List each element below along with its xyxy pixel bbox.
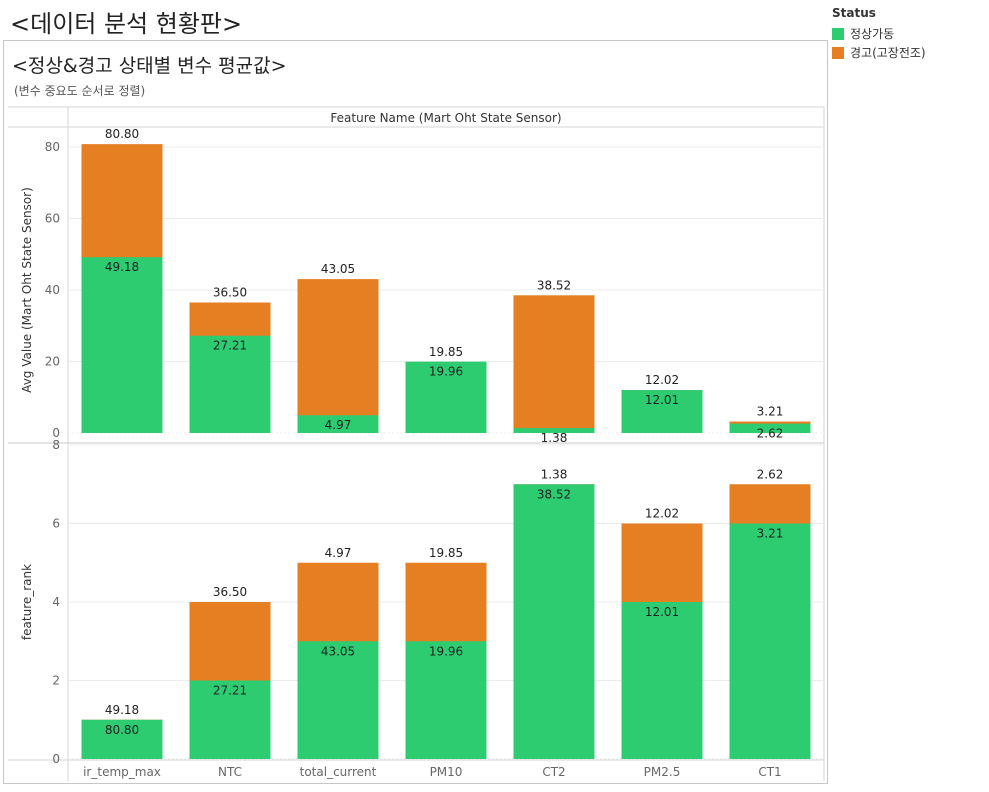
x-tick-label: NTC [218, 765, 242, 779]
data-label-normal: 12.01 [645, 605, 679, 619]
legend-swatch-warning [832, 46, 844, 59]
x-tick-label: CT2 [542, 765, 565, 779]
stacked-bar-chart: Feature Name (Mart Oht State Sensor) 0 20 4… [8, 106, 825, 781]
data-label-warning: 38.52 [537, 278, 571, 292]
legend-title: Status [832, 6, 876, 20]
data-label-normal: 80.80 [105, 723, 139, 737]
data-label-normal: 4.97 [325, 418, 352, 432]
data-label-normal: 1.38 [541, 431, 568, 445]
data-label-warning: 19.85 [429, 546, 463, 560]
data-label-warning: 2.62 [757, 467, 784, 481]
y-tick-label: 8 [52, 438, 60, 452]
data-label-normal: 19.96 [429, 365, 463, 379]
data-label-warning: 1.38 [541, 467, 568, 481]
data-label-warning: 49.18 [105, 703, 139, 717]
legend-label-normal: 정상가동 [850, 27, 895, 41]
legend: Status 정상가동 경고(고장전조) [832, 6, 926, 62]
legend-swatch-normal [832, 27, 844, 40]
chart-container: <정상&경고 상태별 변수 평균값> (변수 중요도 순서로 정렬) Featu… [3, 40, 828, 784]
data-label-warning: 12.02 [645, 507, 679, 521]
data-label-normal: 2.62 [757, 427, 784, 441]
data-label-normal: 12.01 [645, 393, 679, 407]
legend-label-warning: 경고(고장전조) [850, 46, 926, 60]
x-tick-label: CT1 [758, 765, 781, 779]
y-tick-label: 40 [45, 283, 60, 297]
data-label-warning: 36.50 [213, 585, 247, 599]
y-tick-label: 60 [45, 212, 60, 226]
data-label-warning: 36.50 [213, 286, 247, 300]
bar-normal-PM2.5 [621, 602, 703, 759]
data-label-warning: 12.02 [645, 373, 679, 387]
bar-normal-total_current [297, 641, 379, 759]
y-tick-label: 2 [52, 674, 60, 688]
x-tick-label: ir_temp_max [83, 765, 161, 779]
bar-warning-total_current [297, 279, 379, 433]
data-label-normal: 19.96 [429, 644, 463, 658]
dashboard-title: <데이터 분석 현황판> [10, 10, 243, 38]
data-label-normal: 27.21 [213, 339, 247, 353]
y-axis-label: Avg Value (Mart Oht State Sensor) [20, 187, 34, 393]
y-tick-label: 4 [52, 595, 60, 609]
legend-item-warning[interactable]: 경고(고장전조) [832, 43, 926, 62]
bar-normal-CT2 [513, 484, 595, 759]
data-label-normal: 49.18 [105, 260, 139, 274]
y-axis-label: feature_rank [20, 564, 34, 640]
x-tick-label: PM2.5 [644, 765, 681, 779]
bar-warning-CT2 [513, 295, 595, 433]
data-label-warning: 19.85 [429, 345, 463, 359]
data-label-normal: 27.21 [213, 684, 247, 698]
data-label-normal: 43.05 [321, 644, 355, 658]
x-tick-label: total_current [300, 765, 377, 779]
y-tick-label: 0 [52, 752, 60, 766]
data-label-warning: 4.97 [325, 546, 352, 560]
bar-normal-ir_temp_max [81, 257, 163, 433]
legend-item-normal[interactable]: 정상가동 [832, 24, 926, 43]
data-label-warning: 3.21 [757, 405, 784, 419]
bar-normal-CT1 [729, 523, 811, 759]
y-tick-label: 80 [45, 140, 60, 154]
data-label-warning: 43.05 [321, 262, 355, 276]
bar-normal-PM10 [405, 641, 487, 759]
y-tick-label: 6 [52, 517, 60, 531]
data-label-normal: 3.21 [757, 527, 784, 541]
data-label-normal: 38.52 [537, 487, 571, 501]
y-tick-label: 20 [45, 355, 60, 369]
column-header: Feature Name (Mart Oht State Sensor) [330, 111, 561, 125]
data-label-warning: 80.80 [105, 127, 139, 141]
x-tick-label: PM10 [430, 765, 463, 779]
